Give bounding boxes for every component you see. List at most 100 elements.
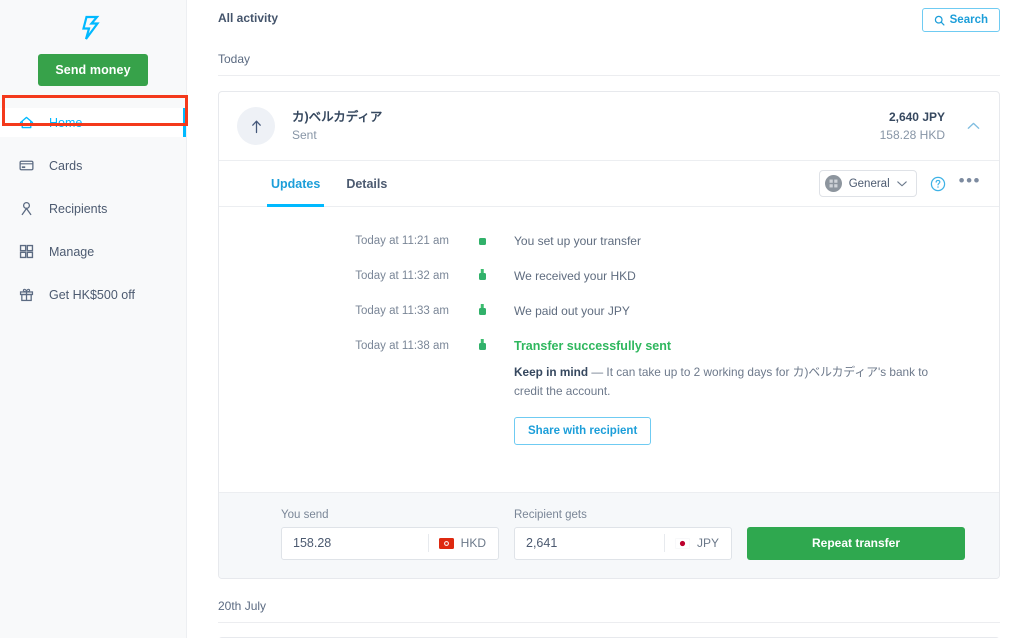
sidebar-item-home[interactable]: Home [0, 108, 186, 137]
help-button[interactable] [930, 176, 946, 192]
timeline-marker [467, 339, 497, 350]
wise-logo [82, 15, 100, 40]
grid-icon [17, 242, 36, 261]
recipient-gets-currency-selector[interactable]: JPY [663, 534, 731, 553]
amount-primary: 2,640 JPY [888, 110, 945, 124]
sidebar-item-label: Manage [49, 244, 95, 259]
day-group-label-today: Today [218, 52, 251, 66]
timeline-marker [467, 269, 497, 280]
timeline-body: We received your HKD [497, 269, 981, 304]
jp-flag-icon [674, 537, 690, 549]
transaction-header[interactable]: カ)ベルカディア Sent 2,640 JPY 158.28 HKD [219, 92, 999, 161]
repeat-transfer-button[interactable]: Repeat transfer [747, 526, 965, 560]
app-root: Send money Home Cards Recipients Manage … [0, 0, 1024, 638]
account-selector-label: General [848, 177, 890, 190]
timeline-row: Today at 11:33 am We paid out your JPY [237, 304, 981, 339]
timeline-row: Today at 11:21 am You set up your transf… [237, 234, 981, 269]
sidebar-nav: Home Cards Recipients Manage Get HK$500 … [0, 108, 186, 309]
timeline-dot [478, 308, 486, 315]
card-icon [17, 156, 36, 175]
timeline-text-success: Transfer successfully sent [514, 339, 672, 353]
tab-details[interactable]: Details [342, 161, 391, 206]
keep-in-mind-lead: Keep in mind [514, 365, 589, 379]
you-send-value: 158.28 [293, 536, 332, 551]
search-button-label: Search [949, 14, 988, 26]
timeline: Today at 11:21 am You set up your transf… [219, 207, 999, 492]
collapse-toggle[interactable] [965, 122, 981, 130]
share-with-recipient-button[interactable]: Share with recipient [514, 416, 652, 445]
avatar [237, 107, 275, 145]
sidebar-item-get-off[interactable]: Get HK$500 off [0, 280, 186, 309]
you-send-group: You send 158.28 HKD [281, 509, 499, 560]
hk-flag-icon [438, 537, 454, 549]
sidebar-item-label: Home [49, 115, 83, 130]
sidebar-item-recipients[interactable]: Recipients [0, 194, 186, 223]
recipient-gets-group: Recipient gets 2,641 JPY [514, 509, 732, 560]
transaction-tools: General ••• [818, 170, 981, 197]
timeline-marker [467, 304, 497, 315]
activity-header: All activity Search [218, 0, 1000, 32]
recipient-gets-currency-code: JPY [696, 536, 719, 551]
help-circle-icon [930, 176, 945, 191]
timeline-row: Today at 11:32 am We received your HKD [237, 269, 981, 304]
person-icon [17, 199, 36, 218]
sidebar-item-cards[interactable]: Cards [0, 151, 186, 180]
keep-in-mind-note: Keep in mind — It can take up to 2 worki… [514, 363, 939, 401]
you-send-currency-code: HKD [460, 536, 486, 551]
chevron-up-icon [967, 122, 979, 129]
recipient-name: カ)ベルカディア [292, 109, 383, 124]
recipient-gets-value: 2,641 [526, 536, 558, 551]
transaction-amounts: 2,640 JPY 158.28 HKD [880, 108, 945, 144]
sidebar-item-label: Cards [49, 158, 83, 173]
repeat-transfer-panel: You send 158.28 HKD Recipient gets 2,641… [219, 491, 999, 578]
grid-avatar-icon [824, 175, 842, 192]
amount-secondary: 158.28 HKD [879, 128, 945, 142]
timeline-marker [467, 234, 497, 245]
chevron-down-icon [896, 180, 907, 186]
search-icon [934, 15, 945, 26]
timeline-time: Today at 11:32 am [355, 270, 449, 282]
more-options-button[interactable]: ••• [959, 172, 981, 195]
main-content: All activity Search Today カ)ベルカディア Sent … [187, 0, 1024, 638]
page-title: All activity [218, 11, 279, 25]
day-divider [218, 75, 1000, 76]
account-selector[interactable]: General [818, 170, 917, 197]
sidebar-item-manage[interactable]: Manage [0, 237, 186, 266]
timeline-dot [478, 273, 486, 280]
day-divider [218, 621, 1000, 623]
transaction-card-expanded: カ)ベルカディア Sent 2,640 JPY 158.28 HKD Updat… [218, 91, 1000, 579]
timeline-body: We paid out your JPY [497, 304, 981, 339]
recipient-gets-input[interactable]: 2,641 JPY [514, 526, 732, 560]
timeline-text: We paid out your JPY [514, 304, 630, 318]
day-group-label-past: 20th July [218, 598, 267, 613]
timeline-text: We received your HKD [514, 269, 636, 283]
timeline-row: Today at 11:38 am Transfer successfully … [237, 339, 981, 466]
timeline-time: Today at 11:33 am [355, 305, 449, 317]
timeline-dot [478, 238, 486, 245]
timeline-body: You set up your transfer [497, 234, 981, 269]
send-money-button[interactable]: Send money [38, 54, 148, 86]
tab-updates[interactable]: Updates [267, 161, 325, 207]
logo-container[interactable] [0, 0, 186, 48]
search-button[interactable]: Search [921, 8, 1000, 32]
timeline-dot [478, 343, 486, 350]
home-icon [17, 113, 36, 132]
sidebar-item-label: Recipients [49, 201, 108, 216]
you-send-label: You send [281, 508, 329, 521]
you-send-input[interactable]: 158.28 HKD [281, 526, 499, 560]
sidebar-item-label: Get HK$500 off [49, 287, 135, 302]
you-send-currency-selector[interactable]: HKD [427, 534, 498, 553]
timeline-time: Today at 11:21 am [355, 235, 449, 247]
gift-icon [17, 285, 36, 304]
transaction-identity: カ)ベルカディア Sent [292, 108, 880, 144]
timeline-body: Transfer successfully sent Keep in mind … [497, 339, 981, 466]
send-money-container: Send money [0, 54, 186, 86]
transaction-tabs-row: Updates Details General ••• [219, 161, 999, 207]
timeline-time: Today at 11:38 am [355, 340, 449, 352]
timeline-text: You set up your transfer [514, 234, 641, 248]
transaction-status: Sent [292, 128, 317, 143]
transaction-tabs: Updates Details [267, 161, 391, 207]
recipient-gets-label: Recipient gets [514, 508, 587, 521]
arrow-up-icon [251, 120, 261, 133]
sidebar: Send money Home Cards Recipients Manage … [0, 0, 188, 638]
